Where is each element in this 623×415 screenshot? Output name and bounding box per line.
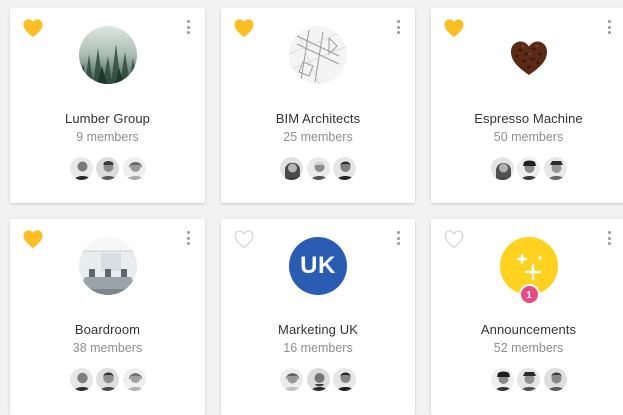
member-avatars xyxy=(68,156,147,184)
heart-icon[interactable] xyxy=(22,229,44,249)
avatar[interactable] xyxy=(305,156,331,181)
avatar[interactable] xyxy=(121,367,147,392)
member-count: 52 members xyxy=(493,341,564,355)
avatar[interactable] xyxy=(95,156,120,181)
heart-icon[interactable] xyxy=(22,18,44,38)
avatar[interactable] xyxy=(542,156,568,181)
group-image xyxy=(499,26,558,84)
avatar[interactable] xyxy=(68,156,94,181)
group-name[interactable]: Boardroom xyxy=(10,322,205,337)
avatar[interactable] xyxy=(95,367,120,392)
avatar[interactable] xyxy=(279,367,304,392)
member-avatars xyxy=(279,367,357,395)
more-options-icon[interactable] xyxy=(393,229,403,247)
avatar[interactable] xyxy=(332,367,357,392)
group-card-announcements[interactable]: 1 Announcements 52 members xyxy=(431,219,623,415)
group-image xyxy=(289,26,347,84)
more-options-icon[interactable] xyxy=(183,18,193,36)
group-name[interactable]: Lumber Group xyxy=(10,111,205,126)
group-name[interactable]: Marketing UK xyxy=(221,322,415,337)
member-count: 16 members xyxy=(283,341,353,355)
group-card-bim-architects[interactable]: BIM Architects 25 members xyxy=(221,8,415,203)
group-name[interactable]: Espresso Machine xyxy=(431,111,623,126)
heart-outline-icon[interactable] xyxy=(233,229,255,249)
avatar[interactable] xyxy=(68,367,94,392)
group-grid: Lumber Group 9 members BIM Architects 25… xyxy=(0,0,623,415)
avatar[interactable] xyxy=(516,156,541,181)
member-avatars xyxy=(489,156,568,184)
heart-icon[interactable] xyxy=(233,18,255,38)
group-card-boardroom[interactable]: Boardroom 38 members xyxy=(10,219,205,415)
avatar[interactable] xyxy=(305,367,331,392)
group-initials-avatar: UK xyxy=(289,237,347,295)
more-options-icon[interactable] xyxy=(604,18,614,36)
group-initials: UK xyxy=(300,252,336,279)
member-count: 9 members xyxy=(76,130,139,144)
member-count: 38 members xyxy=(72,341,143,355)
avatar[interactable] xyxy=(332,156,357,181)
notification-badge: 1 xyxy=(520,286,538,303)
avatar[interactable] xyxy=(516,367,541,392)
group-name[interactable]: BIM Architects xyxy=(221,111,415,126)
more-options-icon[interactable] xyxy=(183,229,193,247)
avatar[interactable] xyxy=(542,367,568,392)
more-options-icon[interactable] xyxy=(604,229,614,247)
group-card-espresso-machine[interactable]: Espresso Machine 50 members xyxy=(431,8,623,203)
group-name[interactable]: Announcements xyxy=(431,322,623,337)
member-avatars xyxy=(489,367,568,395)
group-card-lumber-group[interactable]: Lumber Group 9 members xyxy=(10,8,205,203)
avatar[interactable] xyxy=(489,367,515,392)
avatar[interactable] xyxy=(121,156,147,181)
more-options-icon[interactable] xyxy=(393,18,403,36)
group-card-marketing-uk[interactable]: UK Marketing UK 16 members xyxy=(221,219,415,415)
member-count: 50 members xyxy=(493,130,564,144)
member-count: 25 members xyxy=(283,130,353,144)
heart-outline-icon[interactable] xyxy=(443,229,465,249)
member-avatars xyxy=(279,156,357,184)
avatar[interactable] xyxy=(489,156,515,181)
avatar[interactable] xyxy=(279,156,304,181)
group-image xyxy=(78,237,137,295)
group-image xyxy=(78,26,137,84)
member-avatars xyxy=(68,367,147,395)
heart-icon[interactable] xyxy=(443,18,465,38)
